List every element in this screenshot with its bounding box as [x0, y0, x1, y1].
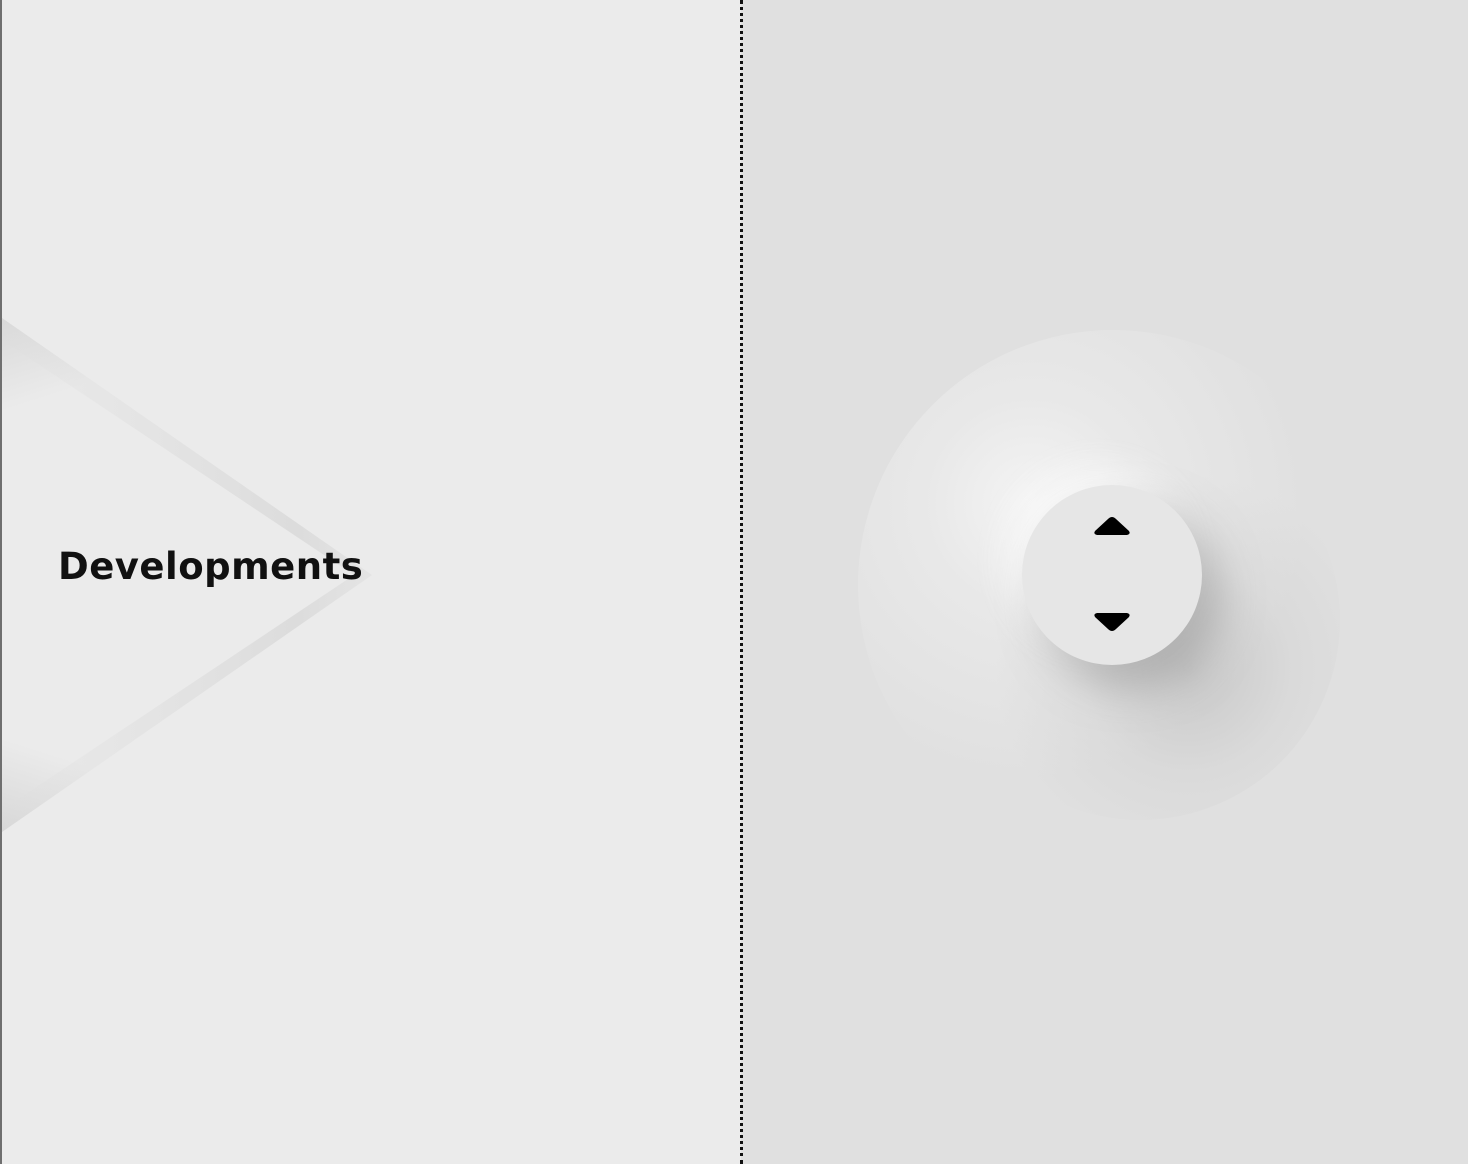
- spinner-down-button[interactable]: [1088, 605, 1136, 639]
- page: Developments: [0, 0, 1468, 1164]
- arrow-label: Developments: [58, 545, 364, 588]
- spinner-control: [1022, 485, 1202, 665]
- spinner-up-button[interactable]: [1088, 509, 1136, 543]
- caret-down-icon: [1094, 613, 1130, 631]
- caret-up-icon: [1094, 517, 1130, 535]
- left-panel: Developments: [0, 0, 741, 1164]
